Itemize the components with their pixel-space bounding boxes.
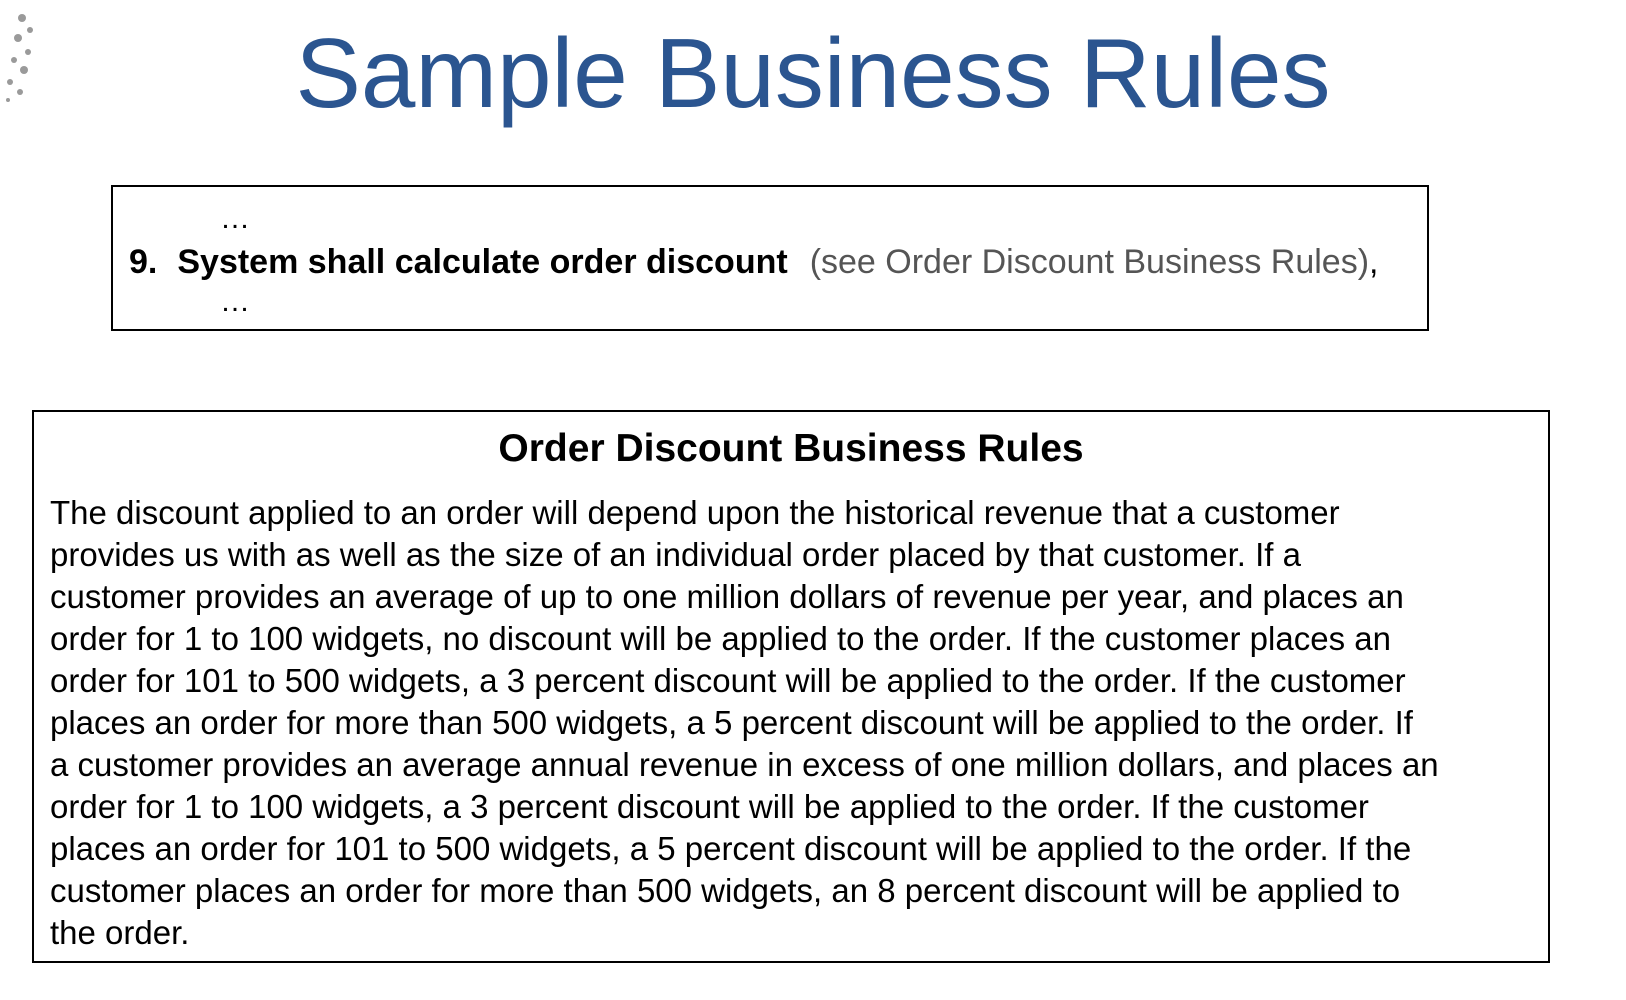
rules-box: Order Discount Business Rules The discou… (32, 410, 1550, 963)
ellipsis-top: … (220, 202, 251, 235)
rules-body: The discount applied to an order will de… (50, 494, 1439, 951)
ellipsis-bottom: … (220, 285, 251, 318)
slide-title: Sample Business Rules (295, 18, 1331, 128)
rules-heading: Order Discount Business Rules (498, 427, 1084, 470)
requirement-trailing-comma: , (1369, 243, 1379, 281)
requirement-reference: (see Order Discount Business Rules) (809, 243, 1370, 281)
requirement-box: … 9. System shall calculate order discoun… (111, 185, 1429, 331)
requirement-number: 9. (129, 243, 158, 281)
requirement-line: 9. System shall calculate order discount (… (129, 242, 1378, 282)
requirement-text: System shall calculate order discount (177, 243, 788, 281)
